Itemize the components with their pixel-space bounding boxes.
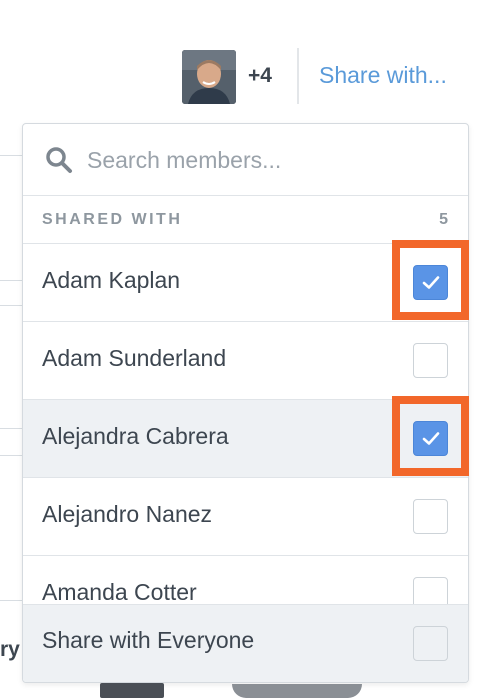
header-divider [297,48,299,104]
check-icon [422,432,440,445]
background-divider [0,455,24,456]
share-dropdown: SHARED WITH 5 Adam Kaplan Adam Sunderlan… [22,123,469,683]
background-divider [0,155,24,156]
background-button [232,684,362,698]
member-row-alejandro-nanez[interactable]: Alejandro Nanez [23,478,468,556]
extra-members-count[interactable]: +4 [248,64,272,88]
member-name: Amanda Cotter [42,579,197,605]
shared-with-header: SHARED WITH 5 [23,196,468,244]
background-text: ry [0,638,20,661]
member-checkbox[interactable] [413,265,448,300]
background-divider [0,428,24,429]
share-with-link[interactable]: Share with... [319,62,447,89]
search-input[interactable] [87,140,447,180]
shared-count: 5 [439,211,448,228]
member-name: Adam Sunderland [42,345,227,371]
page: +4 Share with... SHARED WITH 5 Adam Kapl… [0,0,498,698]
share-with-everyone-label: Share with Everyone [42,627,255,653]
share-header: +4 Share with... [0,48,498,106]
member-list: Adam Kaplan Adam Sunderland Alejandra Ca… [23,244,468,634]
member-name: Alejandra Cabrera [42,423,229,449]
member-name: Adam Kaplan [42,267,181,293]
background-divider [0,600,24,601]
member-row-alejandra-cabrera[interactable]: Alejandra Cabrera [23,400,468,478]
search-bar [23,124,468,196]
section-title: SHARED WITH [42,211,183,228]
member-checkbox[interactable] [413,421,448,456]
check-icon [422,276,440,289]
member-checkbox[interactable] [413,343,448,378]
avatar[interactable] [182,50,236,104]
background-avatar [100,683,164,698]
share-with-everyone-checkbox[interactable] [413,626,448,661]
member-checkbox[interactable] [413,499,448,534]
member-row-adam-sunderland[interactable]: Adam Sunderland [23,322,468,400]
background-divider [0,305,24,306]
share-with-everyone-row[interactable]: Share with Everyone [23,604,468,682]
search-icon [46,147,72,173]
member-name: Alejandro Nanez [42,501,213,527]
background-divider [0,280,24,281]
member-row-adam-kaplan[interactable]: Adam Kaplan [23,244,468,322]
